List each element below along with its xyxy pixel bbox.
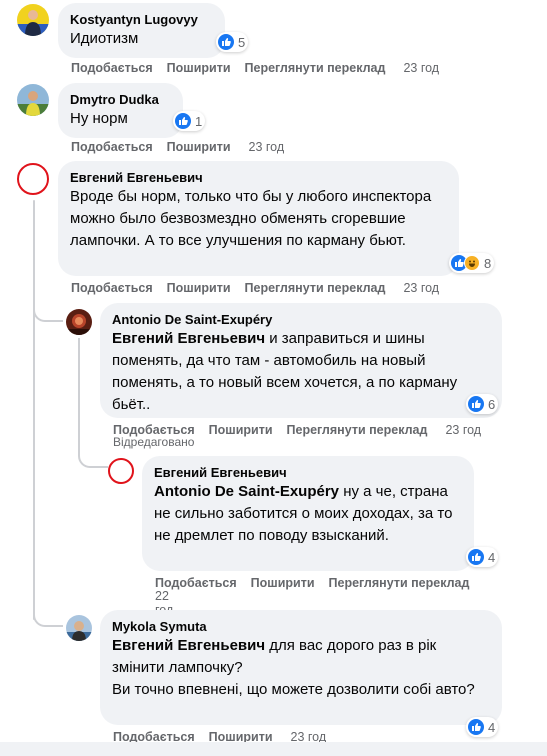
comment-author[interactable]: Dmytro Dudka (70, 91, 171, 108)
share-button[interactable]: Поширити (167, 139, 231, 155)
reaction-count: 4 (488, 549, 496, 565)
comment-bubble: Mykola Symuta Евгений Евгеньевич для вас… (100, 610, 502, 725)
comment-text: Вроде бы норм, только что бы у любого ин… (70, 188, 432, 249)
translate-button[interactable]: Переглянути переклад (287, 422, 428, 438)
mention-link[interactable]: Евгений Евгеньевич (112, 637, 265, 654)
like-button[interactable]: Подобається (71, 60, 153, 76)
thread-line (33, 200, 35, 620)
like-button[interactable]: Подобається (71, 139, 153, 155)
share-button[interactable]: Поширити (167, 60, 231, 76)
comment-bubble: Antonio De Saint-Exupéry Евгений Евгенье… (100, 303, 502, 418)
comment-author[interactable]: Kostyantyn Lugovyy (70, 11, 213, 28)
reactions-summary[interactable]: 1 (173, 111, 206, 131)
thread-branch-line (78, 446, 108, 468)
reaction-count: 8 (484, 255, 492, 271)
avatar[interactable] (66, 615, 92, 641)
comment-text: Идиотизм (70, 30, 139, 47)
reaction-count: 1 (195, 113, 203, 129)
avatar[interactable] (17, 84, 49, 116)
reactions-summary[interactable]: 6 (466, 394, 499, 414)
haha-icon (464, 255, 480, 271)
reactions-summary[interactable]: 4 (466, 717, 499, 737)
comment-text: Ви точно впевнені, що можете дозволити с… (112, 681, 475, 698)
thread-branch-line (33, 605, 63, 627)
like-button[interactable]: Подобається (71, 280, 153, 296)
timestamp[interactable]: 23 год (249, 139, 285, 155)
avatar[interactable] (66, 309, 92, 335)
translate-button[interactable]: Переглянути переклад (329, 575, 470, 591)
comment-text: Евгений Евгеньевич для вас дорого раз в … (112, 635, 492, 679)
mention-link[interactable]: Евгений Евгеньевич (112, 330, 265, 347)
avatar-image (17, 84, 49, 116)
comment-bubble: Kostyantyn Lugovyy Идиотизм (58, 3, 225, 58)
thread-line (78, 338, 80, 448)
comment-author[interactable]: Antonio De Saint-Exupéry (112, 311, 490, 328)
avatar-image (66, 309, 92, 335)
like-icon (468, 719, 484, 735)
mention-link[interactable]: Antonio De Saint-Exupéry (154, 483, 339, 500)
comment-author[interactable]: Mykola Symuta (112, 618, 490, 635)
avatar[interactable] (108, 458, 134, 484)
reactions-summary[interactable]: 8 (449, 253, 495, 273)
share-button[interactable]: Поширити (251, 575, 315, 591)
like-icon (468, 396, 484, 412)
reactions-summary[interactable]: 5 (216, 32, 249, 52)
translate-button[interactable]: Переглянути переклад (245, 280, 386, 296)
comment-text: Евгений Евгеньевич и заправиться и шины … (112, 328, 492, 416)
edited-label[interactable]: Відредаговано (113, 435, 194, 449)
avatar[interactable] (17, 4, 49, 36)
like-icon (468, 549, 484, 565)
bottom-fade (0, 742, 547, 756)
comment-bubble: Евгений Евгеньевич Antonio De Saint-Exup… (142, 456, 474, 571)
comment-actions: Подобається Поширити Переглянути перекла… (155, 575, 483, 591)
timestamp[interactable]: 23 год (403, 60, 439, 76)
comment-author[interactable]: Евгений Евгеньевич (154, 464, 462, 481)
avatar-image (66, 615, 92, 641)
timestamp[interactable]: 23 год (445, 422, 481, 438)
comment-bubble: Евгений Евгеньевич Вроде бы норм, только… (58, 161, 459, 276)
reaction-count: 4 (488, 719, 496, 735)
like-icon (218, 34, 234, 50)
share-button[interactable]: Поширити (167, 280, 231, 296)
comment-author[interactable]: Евгений Евгеньевич (70, 169, 447, 186)
reactions-summary[interactable]: 4 (466, 547, 499, 567)
avatar[interactable] (17, 163, 49, 195)
comment-actions: Подобається Поширити Переглянути перекла… (71, 280, 439, 296)
timestamp[interactable]: 23 год (403, 280, 439, 296)
comment-actions: Подобається Поширити Переглянути перекла… (71, 60, 439, 76)
comment-bubble: Dmytro Dudka Ну норм (58, 83, 183, 138)
avatar-image (17, 4, 49, 36)
thread-branch-line (33, 300, 63, 322)
like-icon (175, 113, 191, 129)
comment-text: Antonio De Saint-Exupéry ну а че, страна… (154, 481, 460, 547)
comment-text: Ну норм (70, 110, 128, 127)
share-button[interactable]: Поширити (209, 422, 273, 438)
translate-button[interactable]: Переглянути переклад (245, 60, 386, 76)
comment-actions: Подобається Поширити 23 год (71, 139, 284, 155)
reaction-count: 6 (488, 396, 496, 412)
reaction-count: 5 (238, 34, 246, 50)
